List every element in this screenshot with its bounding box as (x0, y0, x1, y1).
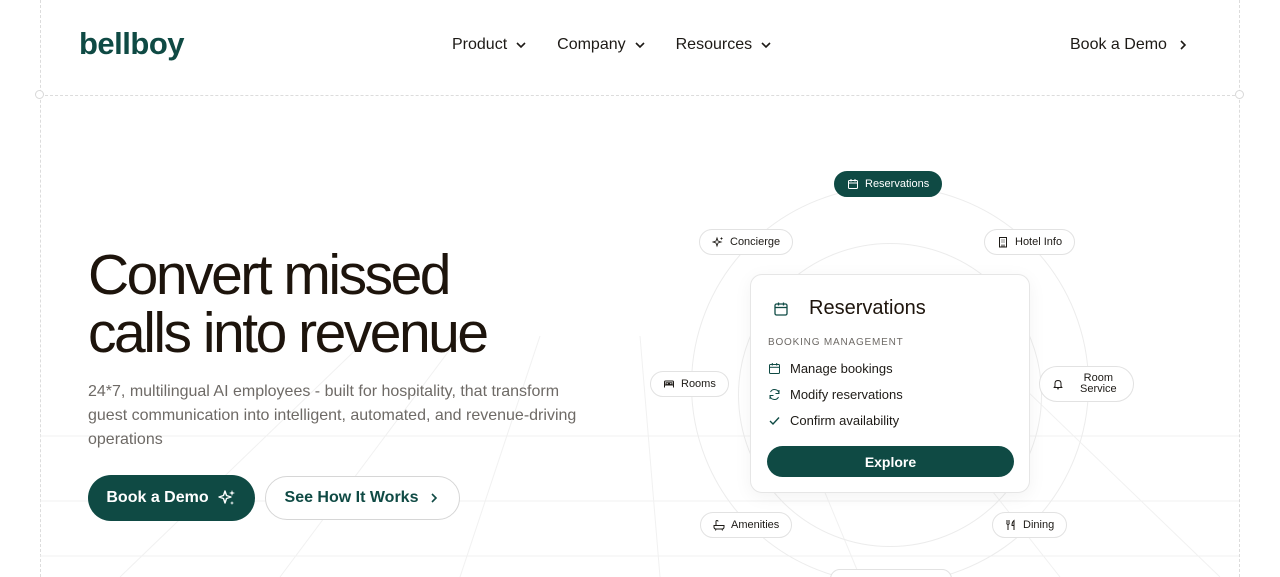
chip-rooms[interactable]: Rooms (650, 371, 729, 397)
chip-partial-bottom[interactable] (830, 569, 952, 577)
chip-label: Amenities (731, 519, 780, 531)
nav-label: Company (557, 36, 626, 53)
card-title: Reservations (809, 297, 926, 319)
chip-label: Reservations (865, 178, 930, 190)
nav-item-resources[interactable]: Resources (676, 36, 772, 54)
headline-line-1: Convert missed (88, 243, 451, 307)
feature-item: Confirm availability (768, 413, 899, 428)
building-icon (999, 237, 1007, 248)
feature-label: Modify reservations (790, 387, 903, 402)
sparkle-icon (217, 490, 235, 505)
site-header: bellboy Product Company Resources Book a… (0, 0, 1280, 95)
see-how-it-works-button[interactable]: See How It Works (265, 476, 460, 520)
sparkle-icon (712, 236, 723, 248)
feature-item: Manage bookings (768, 361, 893, 376)
feature-label: Confirm availability (790, 413, 900, 428)
chevron-right-icon (1180, 40, 1187, 50)
chip-label: Rooms (681, 378, 716, 390)
chip-label: Hotel Info (1015, 236, 1063, 248)
feature-label: Manage bookings (790, 361, 893, 376)
chip-hotel-info[interactable]: Hotel Info (984, 229, 1076, 255)
nav-item-company[interactable]: Company (557, 36, 645, 54)
card-subtitle: BOOKING MANAGEMENT (768, 337, 904, 348)
reservations-card: Reservations BOOKING MANAGEMENT Manage b… (750, 274, 1030, 493)
brand-logo[interactable]: bellboy (79, 26, 185, 62)
card-header: Reservations (773, 297, 926, 320)
chip-label: Dining (1023, 519, 1055, 531)
chip-label-stack: Room Service (1080, 373, 1117, 395)
chip-label: Concierge (730, 236, 781, 248)
bed-icon (664, 380, 674, 388)
chevron-down-icon (516, 42, 526, 49)
book-demo-label: Book a Demo (106, 489, 209, 506)
check-icon (769, 417, 780, 426)
chip-concierge[interactable]: Concierge (699, 229, 794, 255)
chevron-right-icon (431, 493, 438, 503)
header-cta-label: Book a Demo (1070, 36, 1167, 53)
nav-label: Product (452, 36, 508, 53)
main-nav: Product Company Resources (452, 36, 772, 54)
nav-label: Resources (675, 36, 753, 53)
calendar-icon (848, 179, 858, 189)
hero-subtext: 24*7, multilingual AI employees - built … (88, 383, 577, 448)
bathtub-icon (713, 519, 725, 531)
see-how-label: See How It Works (284, 489, 419, 506)
book-demo-button[interactable]: Book a Demo (88, 475, 255, 521)
chip-room-service[interactable]: Room Service (1039, 366, 1134, 402)
refresh-icon (769, 389, 780, 400)
bell-icon (1053, 380, 1063, 390)
header-book-demo-link[interactable]: Book a Demo (1070, 36, 1189, 54)
utensils-icon (1006, 519, 1015, 530)
feature-item: Modify reservations (768, 387, 903, 402)
chip-reservations[interactable]: Reservations (834, 171, 943, 197)
calendar-icon (774, 302, 788, 316)
nav-item-product[interactable]: Product (452, 36, 527, 54)
chip-label-line-2: Service (1080, 383, 1117, 395)
hero-headline: Convert missed calls into revenue (88, 243, 489, 365)
chevron-down-icon (761, 42, 771, 49)
chip-amenities[interactable]: Amenities (700, 512, 793, 538)
chevron-down-icon (635, 42, 645, 49)
calendar-icon (769, 363, 780, 374)
explore-button[interactable]: Explore (767, 446, 1014, 477)
headline-line-2: calls into revenue (88, 301, 489, 365)
chip-dining[interactable]: Dining (992, 512, 1068, 538)
